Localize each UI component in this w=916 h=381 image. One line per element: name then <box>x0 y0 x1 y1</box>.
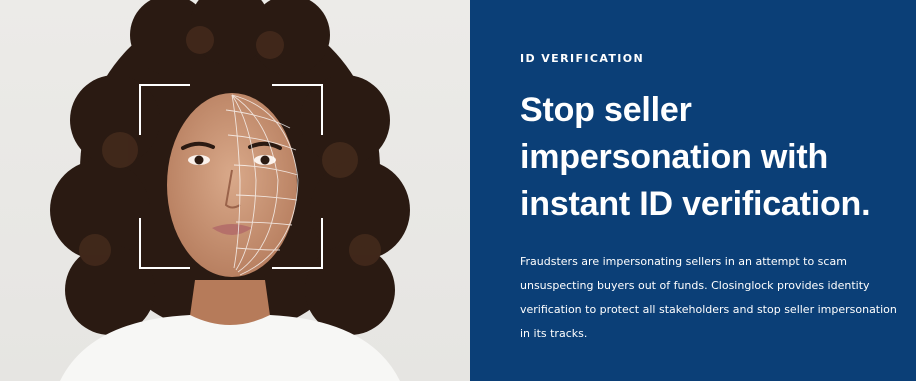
content-panel: ID VERIFICATION Stop seller impersonatio… <box>470 0 916 381</box>
id-verification-banner: ID VERIFICATION Stop seller impersonatio… <box>0 0 916 381</box>
portrait-face-scan-icon <box>50 0 410 381</box>
headline: Stop seller impersonation with instant I… <box>520 91 871 223</box>
description-text: Fraudsters are impersonating sellers in … <box>520 255 897 340</box>
section-eyebrow: ID VERIFICATION <box>520 52 645 65</box>
face-scan-photo <box>0 0 470 381</box>
